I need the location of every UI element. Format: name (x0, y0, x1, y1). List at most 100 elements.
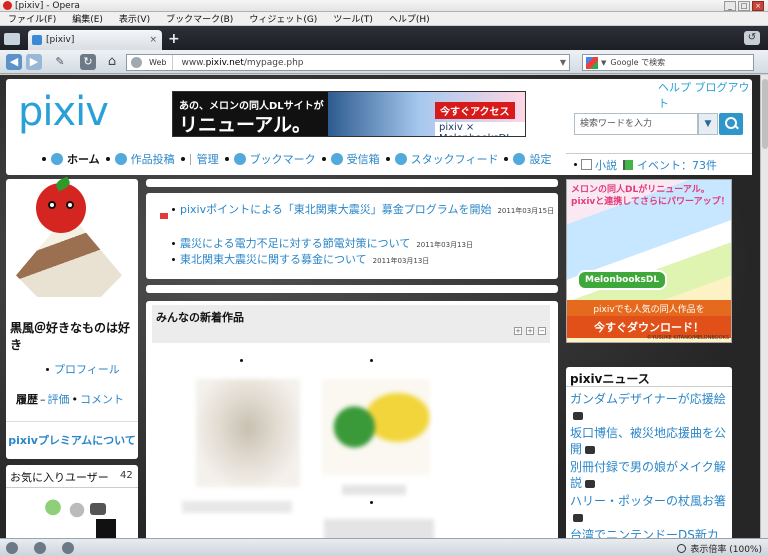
home-button[interactable]: ⌂ (104, 54, 120, 70)
title-bar: [pixiv] - Opera _ □ × (0, 0, 768, 12)
window-controls: _ □ × (724, 1, 764, 11)
favorite-user-avatar[interactable] (66, 499, 88, 521)
pixiv-news-item[interactable]: ガンダムデザイナーが応援絵 (570, 391, 730, 423)
history-rating-link[interactable]: 評価 (48, 391, 70, 407)
work-thumbnail[interactable] (196, 379, 300, 487)
camera-icon (585, 445, 596, 454)
new-works-panel: みんなの新着作品 + + − (146, 301, 558, 538)
work-thumbnail[interactable] (324, 519, 434, 538)
pixiv-favicon-icon (32, 35, 42, 45)
pixiv-news-item[interactable]: ハリー・ポッターの杖風お箸 (570, 493, 730, 525)
zoom-control[interactable]: 表示倍率 (100%) (677, 542, 762, 555)
browser-search-placeholder: Google で検索 (610, 58, 666, 67)
melon-ad-line2: pixivと連携してさらにパワーアップ！ (571, 197, 730, 207)
pixiv-news-item[interactable]: 台湾でニンテンドーDS新カラー (570, 527, 730, 538)
premium-link[interactable]: pixivプレミアムについて (6, 421, 138, 448)
favorite-user-avatar[interactable] (96, 519, 116, 538)
profile-link[interactable]: プロフィール (46, 361, 120, 377)
upload-icon (114, 153, 127, 165)
work-caption (342, 485, 406, 495)
nav-settings[interactable]: 設定 (504, 151, 551, 167)
address-bar[interactable]: Web www.pixiv.net/mypage.php ▼ (126, 54, 570, 71)
favorite-users-title: お気に入りユーザー (10, 471, 109, 484)
opera-logo-icon (3, 1, 12, 10)
address-dropdown-icon[interactable]: ▼ (560, 58, 569, 67)
pixiv-news-item[interactable]: 別冊付録で男の娘がメイク解説 (570, 459, 730, 491)
melonbooks-banner-ad[interactable]: あの、メロンの同人DLサイトが リニューアル。 今すぐアクセス pixiv × … (172, 91, 526, 137)
browser-search-field[interactable]: ▼ Google で検索 (582, 54, 754, 71)
melon-ad-credit: ©YUSUKE KITANO/MELONBOOKS (646, 335, 729, 341)
forward-button[interactable]: ▶ (26, 54, 42, 70)
search-engine-dropdown-icon[interactable]: ▼ (601, 59, 606, 67)
turbo-icon[interactable] (6, 541, 18, 554)
site-info-label[interactable]: Web (147, 55, 174, 70)
back-button[interactable]: ◀ (6, 54, 22, 70)
history-links: 履歴 – 評価 • コメント (16, 391, 124, 407)
add-button[interactable]: + (526, 327, 534, 335)
minimize-button[interactable]: _ (724, 1, 736, 11)
menu-bookmarks[interactable]: ブックマーク(B) (158, 12, 241, 25)
address-url[interactable]: www.pixiv.net/mypage.php (173, 58, 559, 68)
help-logout-links[interactable]: ヘルプ ブログアウト (658, 79, 752, 111)
unite-icon[interactable] (34, 541, 46, 554)
pixiv-news-box: pixivニュース ガンダムデザイナーが応援絵 坂口博信、被災地応援曲を公開 別… (566, 367, 732, 538)
main-nav: ホーム 作品投稿 管理 ブックマーク 受信箱 スタックフィード 設定 (42, 151, 557, 167)
avatar[interactable] (14, 176, 130, 307)
menu-widgets[interactable]: ウィジェット(G) (241, 12, 325, 25)
site-search-input[interactable]: 検索ワードを入力 (574, 113, 698, 135)
maximize-button[interactable]: □ (738, 1, 750, 11)
vertical-scrollbar[interactable] (760, 75, 768, 538)
nav-upload[interactable]: 作品投稿 (105, 151, 175, 167)
new-marker-icon (160, 213, 168, 219)
menu-edit[interactable]: 編集(E) (64, 12, 111, 25)
history-comment-link[interactable]: コメント (80, 391, 124, 407)
favorite-user-avatar[interactable] (42, 499, 64, 523)
nav-bookmarks[interactable]: ブックマーク (224, 151, 316, 167)
speed-dial-icon[interactable] (62, 541, 74, 554)
collapse-button[interactable]: − (538, 327, 546, 335)
nav-home[interactable]: ホーム (42, 151, 100, 167)
work-thumbnail[interactable] (322, 379, 430, 475)
menu-tools[interactable]: ツール(T) (325, 12, 381, 25)
menu-file[interactable]: ファイル(F) (0, 12, 64, 25)
right-sidebar: メロンの同人DLがリニューアル。 pixivと連携してさらにパワーアップ！ Me… (566, 179, 732, 538)
favorite-user-avatar[interactable] (90, 503, 106, 515)
melonbooks-side-ad[interactable]: メロンの同人DLがリニューアル。 pixivと連携してさらにパワーアップ！ Me… (566, 179, 732, 343)
expand-button[interactable]: + (514, 327, 522, 335)
left-sidebar: 黒風＠好きなものは好き プロフィール 履歴 – 評価 • コメント pixivプ… (6, 176, 138, 538)
menu-view[interactable]: 表示(V) (111, 12, 158, 25)
nav-manage[interactable]: 管理 (180, 151, 219, 167)
tab-close-icon[interactable]: × (149, 35, 157, 45)
flag-icon (623, 159, 633, 170)
favorite-users-box: お気に入りユーザー 42 (6, 465, 138, 538)
nav-events[interactable]: イベント：73件 (637, 157, 717, 173)
secondary-nav: 小説 イベント：73件 (566, 153, 752, 175)
news-item[interactable]: pixivポイントによる「東北関東大震災」募金プログラムを開始 2011年03月… (160, 201, 554, 219)
panel-toggle-button[interactable] (4, 33, 20, 45)
home-icon (51, 153, 63, 165)
scrollbar-thumb[interactable] (762, 79, 768, 149)
menu-bar: ファイル(F) 編集(E) 表示(V) ブックマーク(B) ウィジェット(G) … (0, 12, 768, 26)
new-tab-button[interactable]: + (168, 31, 180, 47)
news-item[interactable]: 東北関東大震災に関する募金について 2011年03月13日 (172, 251, 429, 267)
closed-tabs-icon[interactable]: ↺ (744, 31, 760, 45)
nav-novel[interactable]: 小説 (595, 157, 617, 173)
search-button[interactable] (719, 113, 743, 135)
gear-icon (513, 153, 526, 165)
book-icon (581, 159, 592, 170)
news-item[interactable]: 震災による電力不足に対する節電対策について 2011年03月13日 (172, 235, 473, 251)
edit-icon[interactable]: ✎ (52, 54, 68, 70)
star-icon (233, 153, 246, 165)
pixiv-news-item[interactable]: 坂口博信、被災地応援曲を公開 (570, 425, 730, 457)
pixiv-news-title: pixivニュース (566, 367, 732, 387)
nav-inbox[interactable]: 受信箱 (321, 151, 380, 167)
menu-help[interactable]: ヘルプ(H) (381, 12, 438, 25)
search-options-dropdown-icon[interactable]: ▼ (698, 113, 718, 135)
nav-stacc-feed[interactable]: スタックフィード (385, 151, 498, 167)
reload-button[interactable]: ↻ (80, 54, 96, 70)
pixiv-logo[interactable]: pixiv (18, 89, 109, 135)
close-window-button[interactable]: × (752, 1, 764, 11)
center-top-bar (146, 179, 558, 187)
tab-pixiv[interactable]: [pixiv] × (28, 30, 162, 50)
camera-icon (585, 479, 596, 488)
